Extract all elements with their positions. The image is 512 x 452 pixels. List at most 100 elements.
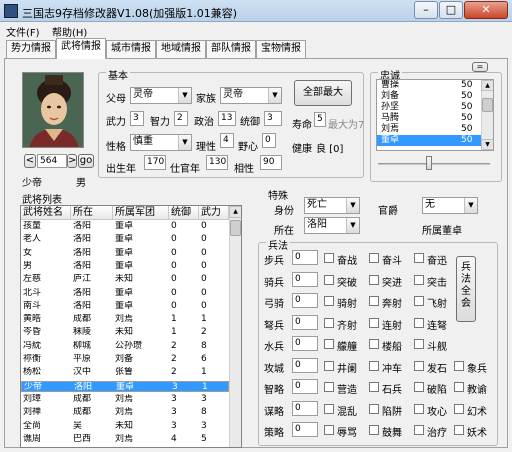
column-header[interactable]: 统御 [169,206,199,220]
loyalty-item[interactable]: 马腾 50 [377,113,481,124]
ambition-field[interactable]: 0 [262,133,276,148]
family-select[interactable]: 灵帝 ▼ [220,87,282,104]
tactic-checkbox[interactable] [324,360,334,371]
tactic-checkbox[interactable] [414,360,424,371]
table-row[interactable]: 刘璋 成都 刘焉 3 3 [21,394,229,405]
scroll-down-icon[interactable]: ▼ [481,139,493,150]
table-row[interactable]: 黄皓 成都 刘焉 1 1 [21,314,229,325]
rank-select[interactable]: 无 ▼ [422,197,478,214]
maximize-button[interactable]: □ [439,1,463,19]
tactic-checkbox[interactable] [324,403,334,414]
life-field[interactable]: 5 [314,112,326,127]
birth-field[interactable]: 170 [144,155,166,170]
tactic-checkbox[interactable] [369,274,379,285]
tactic-checkbox[interactable] [369,425,379,435]
tactic-checkbox[interactable] [324,296,334,306]
table-row[interactable]: 岑昏 秣陵 未知 1 2 [21,327,229,338]
loyalty-item-selected[interactable]: 董卓 50 [377,135,481,146]
tactic-checkbox[interactable] [414,425,424,435]
table-row[interactable]: 谯周 巴西 刘焉 4 5 [21,434,229,445]
table-row[interactable]: 男 洛阳 董卓 0 0 [21,261,229,272]
tactic-checkbox[interactable] [369,339,379,349]
tactic-level-field[interactable]: 0 [292,357,318,373]
learn-all-tactics-button[interactable]: 兵法全会 [456,256,476,322]
minimize-button[interactable]: – [414,1,438,19]
scroll-up-icon[interactable]: ▲ [481,80,493,91]
tab-treasure[interactable]: 宝物情报 [256,40,306,58]
table-row[interactable]: 祢衡 平原 刘备 2 6 [21,354,229,365]
pol-field[interactable]: 13 [218,111,236,126]
tactic-checkbox[interactable] [414,317,424,328]
table-row-selected[interactable]: 少帝 洛阳 董卓 3 1 [21,380,229,392]
menu-file[interactable]: 文件(F) [6,24,40,39]
tactic-checkbox[interactable] [414,274,424,285]
tab-region[interactable]: 地域情报 [156,40,206,58]
tactic-checkbox[interactable] [369,296,379,306]
go-button[interactable]: go [78,154,94,168]
table-row[interactable]: 南斗 洛阳 董卓 0 0 [21,301,229,312]
tactic-level-field[interactable]: 0 [292,293,318,308]
next-officer-button[interactable]: > [67,154,77,168]
tactic-checkbox[interactable] [324,274,334,285]
loyalty-slider-thumb[interactable] [426,156,432,170]
service-field[interactable]: 130 [206,155,228,170]
int-field[interactable]: 2 [174,111,188,126]
tactic-checkbox[interactable] [454,382,464,392]
tactic-checkbox[interactable] [454,403,464,414]
tactic-checkbox[interactable] [324,339,334,349]
tactic-checkbox[interactable] [324,253,334,263]
tab-officer[interactable]: 武将情报 [56,38,106,59]
column-header[interactable]: 武力 [199,206,229,220]
tactic-checkbox[interactable] [324,317,334,328]
max-all-button[interactable]: 全部最大 [294,80,352,106]
tab-force[interactable]: 势力情报 [6,40,56,58]
table-row[interactable]: 杨松 汉中 张鲁 2 1 [21,367,229,378]
loyalty-slider-track[interactable] [378,163,490,165]
column-header[interactable]: 所在 [71,206,113,220]
tactic-checkbox[interactable] [369,253,379,263]
table-row[interactable]: 冯紞 柳城 公孙瓒 2 8 [21,341,229,352]
tactic-checkbox[interactable] [414,253,424,263]
table-row[interactable]: 老人 洛阳 董卓 0 0 [21,234,229,245]
tactic-level-field[interactable]: 0 [292,379,318,394]
loyalty-list[interactable]: 曹操 50 刘备 50 孙坚 50 马腾 50 刘焉 50 董卓 50 ▲ ▼ [376,79,494,151]
table-row[interactable]: 北斗 洛阳 董卓 0 0 [21,288,229,299]
loyalty-item[interactable]: 曹操 50 [377,80,481,91]
location-select[interactable]: 洛阳 ▼ [304,217,360,234]
scroll-thumb[interactable] [230,220,241,236]
table-row[interactable]: 女 洛阳 董卓 0 0 [21,248,229,259]
menu-help[interactable]: 帮助(H) [52,24,87,39]
tactic-checkbox[interactable] [369,403,379,414]
loyalty-item[interactable]: 刘备 50 [377,91,481,102]
table-row[interactable]: 刘禅 成都 刘焉 3 8 [21,407,229,418]
tactic-checkbox[interactable] [369,382,379,392]
loyalty-menu-button[interactable]: = [472,62,488,72]
identity-select[interactable]: 死亡 ▼ [304,197,360,214]
close-button[interactable]: ✕ [464,1,508,19]
tactic-checkbox[interactable] [324,425,334,435]
tactic-checkbox[interactable] [414,403,424,414]
tactic-checkbox[interactable] [454,360,464,371]
column-header[interactable]: 所属军团 [113,206,169,220]
lead-field[interactable]: 3 [264,111,282,126]
tactic-level-field[interactable]: 0 [292,422,318,437]
table-row[interactable]: 全尚 吴 未知 3 3 [21,421,229,432]
personality-select[interactable]: 慎重 ▼ [130,134,192,151]
table-row[interactable]: 左慈 庐江 未知 0 0 [21,274,229,285]
tactic-level-field[interactable]: 0 [292,314,318,330]
tactic-checkbox[interactable] [454,425,464,435]
tactic-level-field[interactable]: 0 [292,250,318,265]
father-select[interactable]: 灵帝 ▼ [130,87,192,104]
tactic-level-field[interactable]: 0 [292,400,318,416]
prev-officer-button[interactable]: < [24,154,36,168]
column-header[interactable]: 武将姓名 [21,206,71,220]
scroll-thumb[interactable] [482,98,493,112]
table-row[interactable]: 孩童 洛阳 董卓 0 0 [21,221,229,232]
reason-field[interactable]: 4 [220,133,234,148]
officer-list-scrollbar[interactable] [229,206,241,447]
tactic-checkbox[interactable] [414,296,424,306]
tactic-checkbox[interactable] [414,339,424,349]
tactic-level-field[interactable]: 0 [292,271,318,287]
tactic-checkbox[interactable] [369,360,379,371]
tactic-checkbox[interactable] [369,317,379,328]
